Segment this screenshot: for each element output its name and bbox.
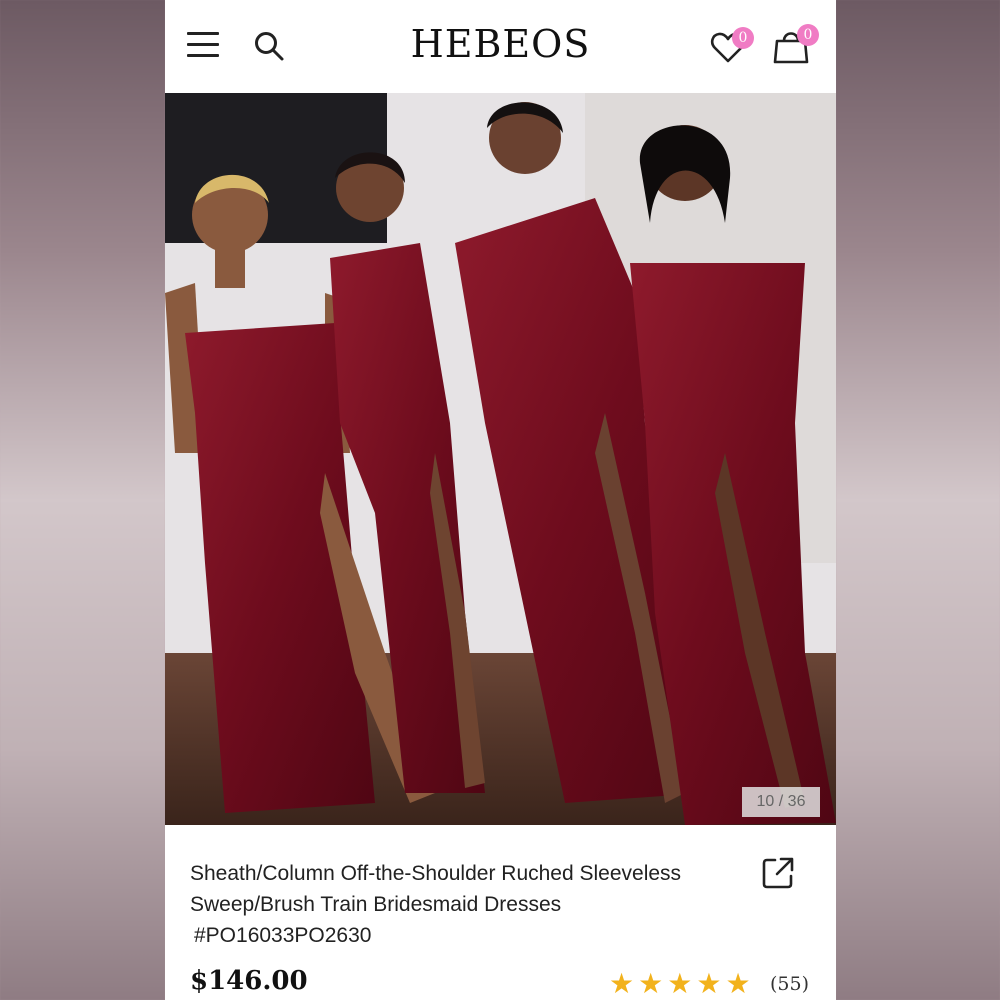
star-icon: ★ (725, 968, 751, 999)
background-right (836, 0, 1000, 1000)
star-icon: ★ (696, 968, 722, 999)
wishlist-button[interactable]: 0 (710, 27, 754, 64)
product-title-line1: Sheath/Column Off-the-Shoulder Ruched Sl… (190, 862, 682, 885)
star-icon: ★ (667, 968, 693, 999)
product-price: $146.00 (190, 966, 308, 996)
image-counter: 10 / 36 (742, 787, 820, 817)
rating-stars[interactable]: ★ ★ ★ ★ ★ (609, 970, 755, 998)
background-left (0, 0, 165, 1000)
product-title-line2: Sweep/Brush Train Bridesmaid Dresses (190, 893, 562, 916)
product-sku: #PO16033PO2630 (194, 924, 372, 947)
bridesmaids-photo (165, 93, 836, 825)
share-icon[interactable] (761, 856, 795, 890)
mobile-screen: HEBEOS 0 0 10 / 36 Sheath/Column Off-the… (165, 0, 836, 1000)
top-navigation-bar: HEBEOS 0 0 (165, 0, 836, 93)
cart-button[interactable]: 0 (771, 24, 819, 65)
star-icon: ★ (638, 968, 664, 999)
cart-count-badge: 0 (797, 24, 819, 46)
product-title: Sheath/Column Off-the-Shoulder Ruched Sl… (190, 858, 730, 951)
review-count[interactable]: (55) (770, 973, 809, 995)
product-image[interactable]: 10 / 36 (165, 93, 836, 825)
wishlist-count-badge: 0 (732, 27, 754, 49)
star-icon: ★ (609, 968, 635, 999)
